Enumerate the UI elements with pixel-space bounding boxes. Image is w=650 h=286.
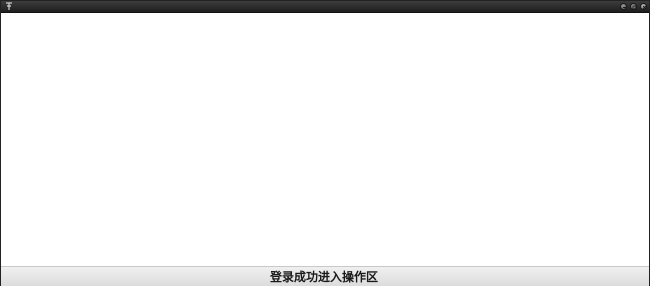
main-content-area xyxy=(1,13,649,266)
close-button[interactable] xyxy=(640,3,647,10)
maximize-button[interactable] xyxy=(630,3,637,10)
status-bar: 登录成功进入操作区 xyxy=(1,266,649,286)
close-icon xyxy=(642,5,647,10)
minimize-button[interactable] xyxy=(620,3,627,10)
app-icon xyxy=(6,2,12,10)
minimize-icon xyxy=(623,7,626,8)
status-message: 登录成功进入操作区 xyxy=(269,270,378,284)
title-bar[interactable] xyxy=(1,1,649,13)
app-window: 登录成功进入操作区 xyxy=(0,0,650,286)
maximize-icon xyxy=(632,5,637,10)
